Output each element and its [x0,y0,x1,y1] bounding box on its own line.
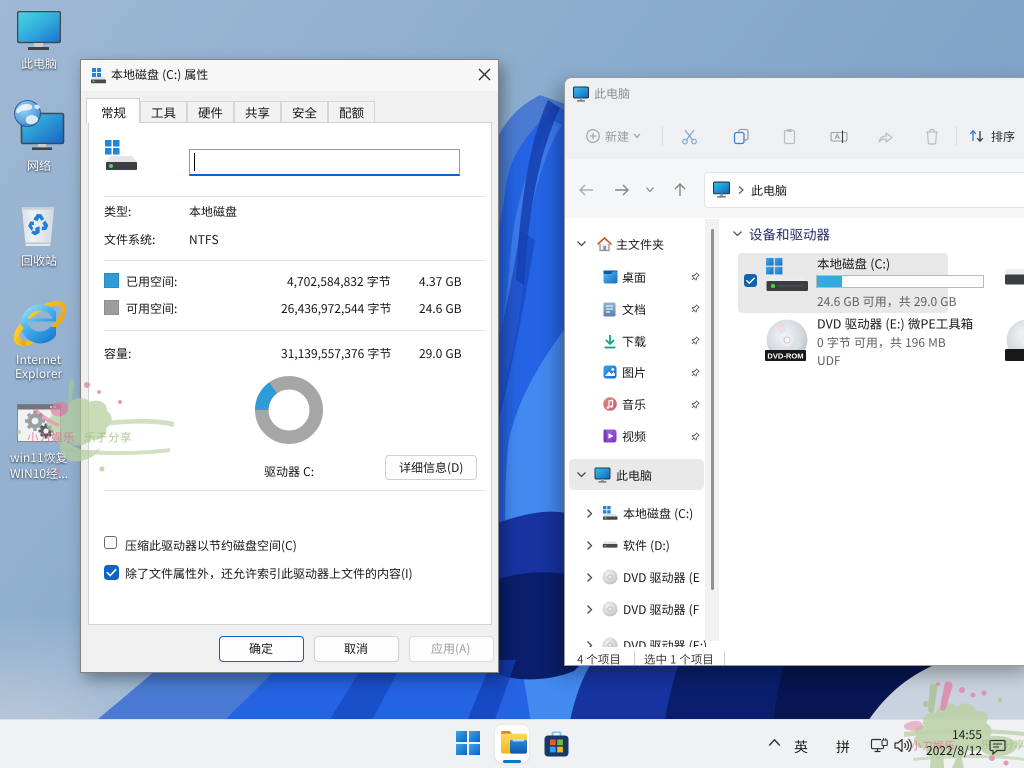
svg-text:DVD-ROM: DVD-ROM [767,352,803,361]
